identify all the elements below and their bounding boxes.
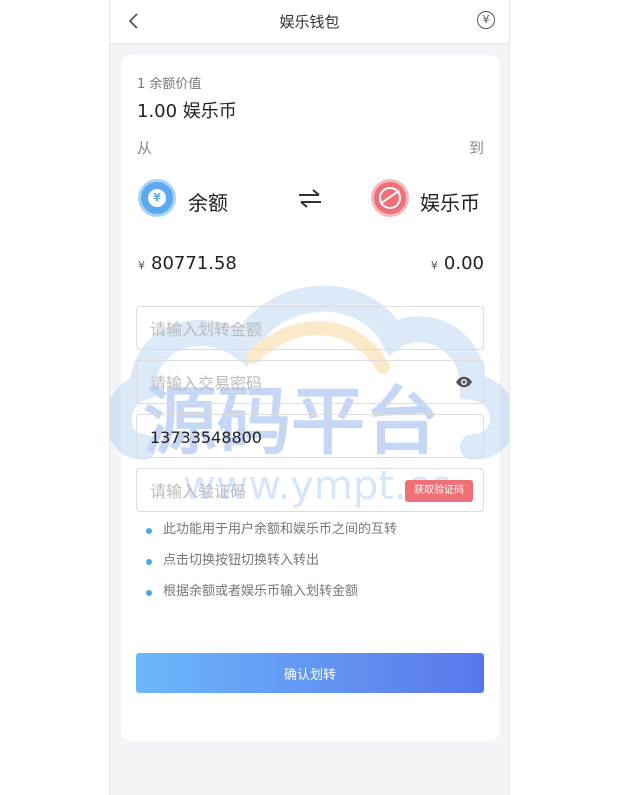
to-balance: ¥0.00 (431, 253, 484, 274)
to-label: 到 (468, 139, 484, 157)
code-input[interactable] (148, 469, 402, 513)
to-balance-value: 0.00 (443, 253, 484, 274)
tip-item: 点击切换按钮切换转入转出 (143, 552, 483, 583)
page-title: 娱乐钱包 (279, 13, 340, 31)
password-field (136, 360, 484, 405)
to-account-name: 娱乐币 (420, 191, 480, 215)
tip-item: 根据余额或者娱乐币输入划转金额 (143, 583, 483, 614)
from-balance: ¥80771.58 (138, 253, 237, 274)
eye-icon[interactable] (455, 375, 473, 389)
from-balance-value: 80771.58 (151, 253, 237, 274)
tips-list: 此功能用于用户余额和娱乐币之间的互转 点击切换按钮切换转入转出 根据余额或者娱乐… (143, 521, 483, 614)
phone-field (136, 414, 484, 459)
get-code-button[interactable]: 获取验证码 (405, 480, 473, 502)
from-account-name: 余额 (188, 191, 228, 215)
confirm-transfer-button[interactable]: 确认划转 (136, 653, 484, 693)
top-bar: 娱乐钱包 ¥ (110, 0, 509, 44)
from-label: 从 (137, 139, 153, 157)
yen-coin-icon: ¥ (138, 179, 176, 217)
transfer-card: 源码平台 www.ympt.cc 1 余额价值 1.00 娱乐币 从 到 ¥ 余… (110, 55, 509, 741)
amount-field (136, 306, 484, 351)
ball-icon (371, 179, 409, 217)
rate-value: 1.00 娱乐币 (137, 101, 237, 122)
code-field: 获取验证码 (136, 468, 484, 513)
swap-arrows-icon[interactable] (297, 187, 323, 209)
amount-input[interactable] (148, 307, 402, 351)
phone-input[interactable] (148, 415, 402, 459)
currency-symbol: ¥ (430, 259, 438, 272)
currency-symbol: ¥ (138, 259, 145, 272)
rate-label: 1 余额价值 (137, 77, 202, 92)
phone-screen: 娱乐钱包 ¥ 源码平台 www.ympt.cc 1 余额价值 1.00 娱乐币 … (109, 0, 510, 795)
yen-circle-icon[interactable]: ¥ (477, 11, 495, 29)
tip-item: 此功能用于用户余额和娱乐币之间的互转 (143, 521, 483, 552)
password-input[interactable] (148, 361, 402, 405)
yen-symbol: ¥ (148, 189, 166, 207)
